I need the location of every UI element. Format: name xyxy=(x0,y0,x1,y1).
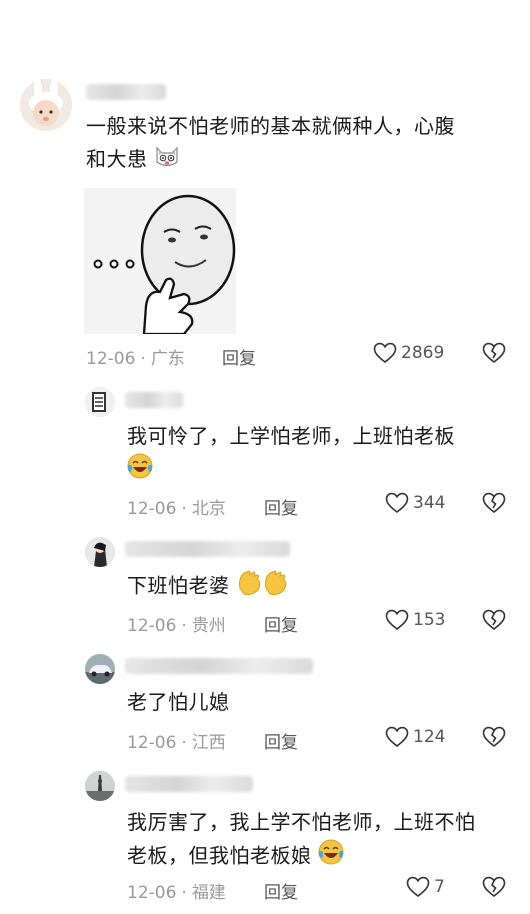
like-count: 153 xyxy=(413,610,446,630)
avatar[interactable] xyxy=(85,654,115,684)
avatar-icon xyxy=(85,387,115,417)
comment-text-line: 我厉害了，我上学不怕老师，上班不怕 xyxy=(127,810,476,834)
avatar-icon xyxy=(85,537,115,567)
broken-heart-icon xyxy=(482,609,506,631)
crying-laughing-icon xyxy=(318,839,344,875)
username-blurred[interactable] xyxy=(125,392,183,408)
comment-date: 12-06 xyxy=(127,499,177,519)
comment-text-line: 老了怕儿媳 xyxy=(127,690,230,714)
comment-text: 老了怕儿媳 xyxy=(127,686,230,719)
comment-text: 我厉害了，我上学不怕老师，上班不怕 老板，但我怕老板娘 xyxy=(127,806,517,875)
comment-text-line: 下班怕老婆 xyxy=(127,573,230,598)
comment-date: 12-06 xyxy=(127,733,177,753)
heart-icon xyxy=(385,726,409,748)
reply-button[interactable]: 回复 xyxy=(264,494,298,519)
clapping-hands-icon xyxy=(236,568,292,606)
username-blurred[interactable] xyxy=(125,541,290,557)
heart-icon xyxy=(406,876,430,898)
dislike-button[interactable] xyxy=(482,876,506,902)
comment-meta: 12-06 · 贵州 xyxy=(127,616,226,636)
avatar[interactable] xyxy=(20,79,72,131)
reply-button[interactable]: 回复 xyxy=(264,878,298,903)
heart-icon xyxy=(373,342,397,364)
like-button[interactable]: 344 xyxy=(385,492,445,514)
comment-date: 12-06 xyxy=(86,349,136,369)
comment-meta: 12-06 · 福建 xyxy=(127,883,226,903)
comment-text-line: 老板，但我怕老板娘 xyxy=(127,843,312,868)
comment-date: 12-06 xyxy=(127,883,177,903)
like-count: 124 xyxy=(413,727,446,747)
like-button[interactable]: 153 xyxy=(385,609,445,631)
avatar[interactable] xyxy=(85,537,115,567)
reply-button[interactable]: 回复 xyxy=(222,344,256,369)
comment-text-line: 我可怜了，上学怕老师，上班怕老板 xyxy=(127,424,455,448)
comment-text: 一般来说不怕老师的基本就俩种人，心腹 和大患 xyxy=(86,110,516,178)
tower-avatar-icon xyxy=(85,771,115,801)
comment-date: 12-06 xyxy=(127,616,177,636)
avatar[interactable] xyxy=(85,771,115,801)
broken-heart-icon xyxy=(482,342,506,364)
dislike-button[interactable] xyxy=(482,492,506,518)
like-count: 344 xyxy=(413,493,446,513)
reply-button[interactable]: 回复 xyxy=(264,728,298,753)
comment-text-line: 和大患 xyxy=(86,147,148,171)
like-count: 7 xyxy=(434,877,445,897)
comment-location: 北京 xyxy=(191,499,226,519)
smiling-face-thinking-sticker xyxy=(84,188,236,336)
comment-meta: 12-06 · 北京 xyxy=(127,499,226,519)
comment-text-line: 一般来说不怕老师的基本就俩种人，心腹 xyxy=(86,114,455,138)
username-blurred[interactable] xyxy=(125,776,253,792)
car-avatar-icon xyxy=(85,654,115,684)
heart-icon xyxy=(385,492,409,514)
comment-location: 广东 xyxy=(150,349,185,369)
comment-meta: 12-06 · 广东 xyxy=(86,349,185,369)
comment-text: 我可怜了，上学怕老师，上班怕老板 xyxy=(127,420,517,489)
like-count: 2869 xyxy=(401,343,445,363)
dislike-button[interactable] xyxy=(482,609,506,635)
comment-meta: 12-06 · 江西 xyxy=(127,733,226,753)
baby-bunny-avatar-icon xyxy=(20,79,72,131)
cat-face-icon xyxy=(154,144,180,178)
like-button[interactable]: 124 xyxy=(385,726,445,748)
comment-location: 贵州 xyxy=(191,616,226,636)
comment-text: 下班怕老婆 xyxy=(127,568,292,606)
dislike-button[interactable] xyxy=(482,726,506,752)
username-blurred[interactable] xyxy=(86,84,166,100)
comment-location: 福建 xyxy=(191,883,226,903)
like-button[interactable]: 7 xyxy=(406,876,445,898)
username-blurred[interactable] xyxy=(125,658,313,674)
broken-heart-icon xyxy=(482,492,506,514)
heart-icon xyxy=(385,609,409,631)
dislike-button[interactable] xyxy=(482,342,506,368)
broken-heart-icon xyxy=(482,876,506,898)
sticker-image[interactable] xyxy=(84,188,236,336)
crying-laughing-icon xyxy=(127,453,153,489)
reply-button[interactable]: 回复 xyxy=(264,611,298,636)
like-button[interactable]: 2869 xyxy=(373,342,444,364)
comment-location: 江西 xyxy=(191,733,226,753)
broken-heart-icon xyxy=(482,726,506,748)
avatar[interactable] xyxy=(85,387,115,417)
